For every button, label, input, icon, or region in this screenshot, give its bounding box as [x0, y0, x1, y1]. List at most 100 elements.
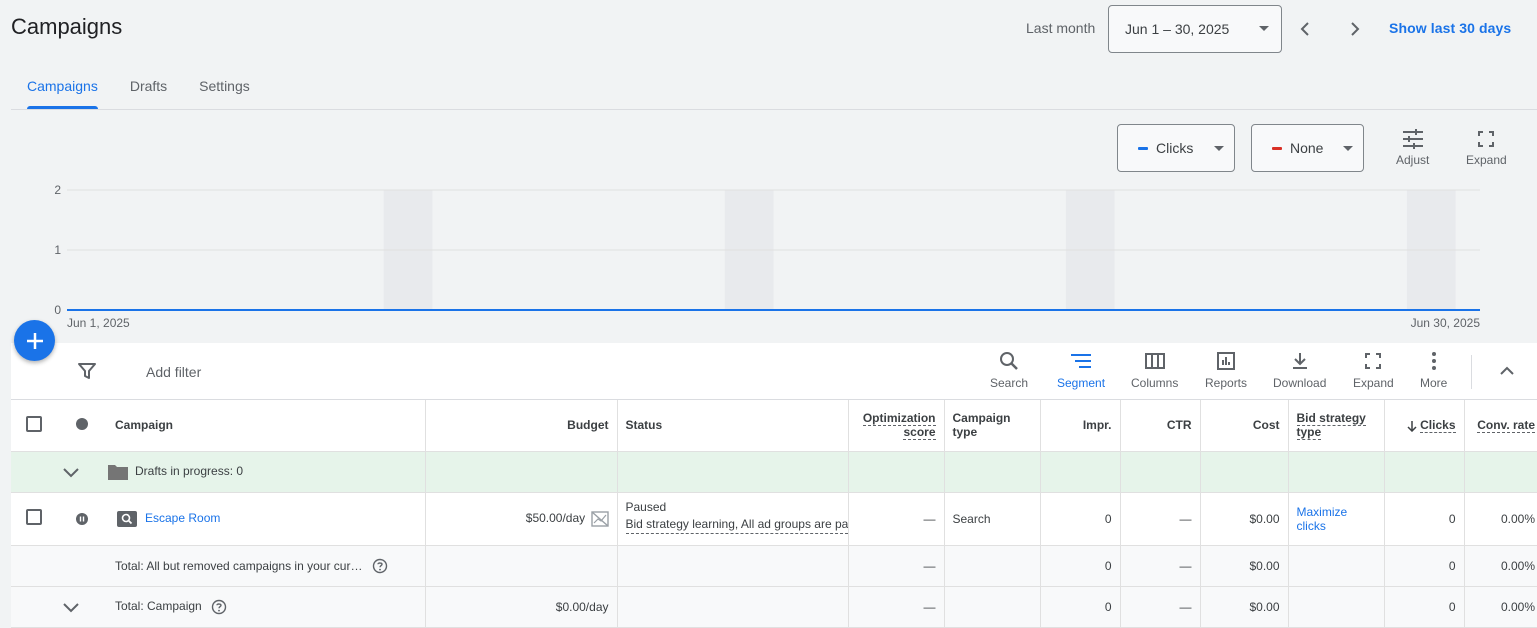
adjust-chart-button[interactable]: Adjust	[1396, 129, 1429, 167]
metric-1-select[interactable]: Clicks	[1117, 124, 1235, 172]
status-dot-icon	[76, 417, 88, 430]
expand-table-button[interactable]: Expand	[1353, 351, 1394, 390]
total-campaign-opt-score-cell: —	[848, 586, 945, 628]
bid-strategy-link[interactable]: Maximize clicks	[1297, 505, 1348, 533]
total-campaign-status-cell	[617, 586, 849, 628]
date-range-label: Last month	[1026, 20, 1096, 36]
total-bid-strategy-cell	[1288, 545, 1385, 587]
show-last-30-days-link[interactable]: Show last 30 days	[1389, 20, 1511, 36]
download-label: Download	[1273, 376, 1327, 390]
reports-label: Reports	[1205, 376, 1248, 390]
search-campaign-icon	[117, 510, 137, 527]
metric-2-swatch	[1272, 146, 1282, 150]
paused-status-icon[interactable]	[75, 512, 89, 526]
column-header-impr[interactable]: Impr.	[1040, 400, 1121, 452]
page-title: Campaigns	[11, 14, 123, 39]
chevron-right-icon	[1351, 22, 1360, 36]
previous-period-button[interactable]	[1291, 14, 1321, 44]
drafts-row[interactable]: Drafts in progress: 0	[11, 451, 1537, 493]
columns-button[interactable]: Columns	[1131, 351, 1178, 390]
impr-cell: 0	[1040, 492, 1121, 546]
column-header-cost[interactable]: Cost	[1200, 400, 1289, 452]
tab-settings[interactable]: Settings	[183, 62, 266, 109]
total-campaign-label: Total: Campaign	[115, 598, 202, 613]
filter-button[interactable]	[77, 361, 97, 386]
plus-icon	[26, 332, 43, 349]
more-vert-icon	[1431, 352, 1436, 370]
status-detail[interactable]: Bid strategy learning, All ad groups are…	[625, 516, 847, 534]
folder-icon	[108, 464, 128, 480]
chevron-down-icon[interactable]	[61, 597, 81, 617]
clicks-header-label: Clicks	[1420, 418, 1456, 434]
tab-bar: Campaigns Drafts Settings	[11, 62, 266, 110]
column-header-campaign-type[interactable]: Campaign type	[944, 400, 1041, 452]
campaign-name-cell: Escape Room	[107, 492, 426, 546]
reports-button[interactable]: Reports	[1205, 351, 1247, 390]
clicks-cell: 0	[1384, 492, 1465, 546]
total-campaign-row: Total: Campaign $0.00/day — 0 — $0.00 0 …	[11, 586, 1537, 628]
chevron-down-icon[interactable]	[61, 462, 81, 482]
total-impr-cell: 0	[1040, 545, 1121, 587]
budget-value[interactable]: $50.00/day	[526, 511, 585, 525]
search-button[interactable]: Search	[990, 351, 1028, 390]
search-label: Search	[990, 376, 1029, 390]
campaign-type-cell: Search	[944, 492, 1041, 546]
drafts-cell	[617, 451, 849, 493]
column-header-optimization-score[interactable]: Optimization score	[848, 400, 945, 452]
segment-button[interactable]: Segment	[1057, 351, 1105, 390]
ctr-cell: —	[1120, 492, 1201, 546]
more-label: More	[1420, 376, 1448, 390]
drafts-cell	[425, 451, 618, 493]
column-header-budget[interactable]: Budget	[425, 400, 618, 452]
row-checkbox[interactable]	[26, 509, 42, 525]
campaign-type-line2: type	[952, 425, 978, 440]
expand-label: Expand	[1466, 153, 1507, 167]
drafts-expand-cell	[57, 451, 107, 493]
columns-icon	[1144, 353, 1165, 369]
download-button[interactable]: Download	[1273, 351, 1326, 390]
column-header-bid-strategy-type[interactable]: Bid strategy type	[1288, 400, 1385, 452]
help-icon[interactable]	[211, 599, 227, 615]
tab-campaigns[interactable]: Campaigns	[11, 62, 114, 109]
column-header-status[interactable]: Status	[617, 400, 849, 452]
total-opt-score-cell: —	[848, 545, 945, 587]
total-campaign-type-cell	[944, 545, 1041, 587]
adjust-label: Adjust	[1396, 153, 1430, 167]
y-tick-label: 1	[54, 243, 61, 257]
select-all-checkbox[interactable]	[26, 415, 42, 432]
opt-score-line1: Optimization	[862, 411, 936, 427]
column-header-campaign[interactable]: Campaign	[107, 400, 426, 452]
drafts-empty-cell	[11, 451, 57, 493]
conv-rate-header-label: Conv. rate	[1477, 418, 1535, 434]
drafts-cell	[1200, 451, 1289, 493]
filter-icon	[78, 363, 96, 379]
x-start-label: Jun 1, 2025	[67, 316, 130, 330]
drafts-cell	[1384, 451, 1465, 493]
row-status-cell	[57, 492, 107, 546]
chevron-left-icon	[1300, 22, 1309, 36]
create-button[interactable]	[14, 320, 55, 361]
y-tick-label: 2	[54, 183, 61, 197]
tab-drafts[interactable]: Drafts	[114, 62, 183, 109]
date-range-value: Jun 1 – 30, 2025	[1125, 21, 1230, 37]
total-campaign-budget-cell: $0.00/day	[425, 586, 618, 628]
column-header-conv-rate[interactable]: Conv. rate	[1464, 400, 1537, 452]
total-campaign-label-cell: Total: Campaign	[107, 586, 426, 628]
collapse-table-button[interactable]	[1497, 361, 1517, 386]
more-button[interactable]: More	[1420, 351, 1447, 390]
campaign-name-link[interactable]: Escape Room	[145, 511, 220, 525]
fullscreen-icon	[1365, 353, 1382, 369]
total-status-cell	[617, 545, 849, 587]
no-chart-icon	[590, 510, 609, 527]
fullscreen-icon	[1478, 131, 1495, 147]
add-filter-button[interactable]: Add filter	[146, 364, 201, 380]
expand-chart-button[interactable]: Expand	[1466, 129, 1507, 167]
help-icon[interactable]	[372, 558, 388, 574]
column-header-clicks[interactable]: Clicks	[1384, 400, 1465, 452]
bid-strategy-line1: Bid strategy	[1296, 411, 1366, 427]
date-range-select[interactable]: Jun 1 – 30, 2025	[1108, 5, 1282, 53]
metric-2-select[interactable]: None	[1251, 124, 1364, 172]
next-period-button[interactable]	[1339, 14, 1369, 44]
column-header-ctr[interactable]: CTR	[1120, 400, 1201, 452]
tune-icon	[1402, 129, 1423, 149]
